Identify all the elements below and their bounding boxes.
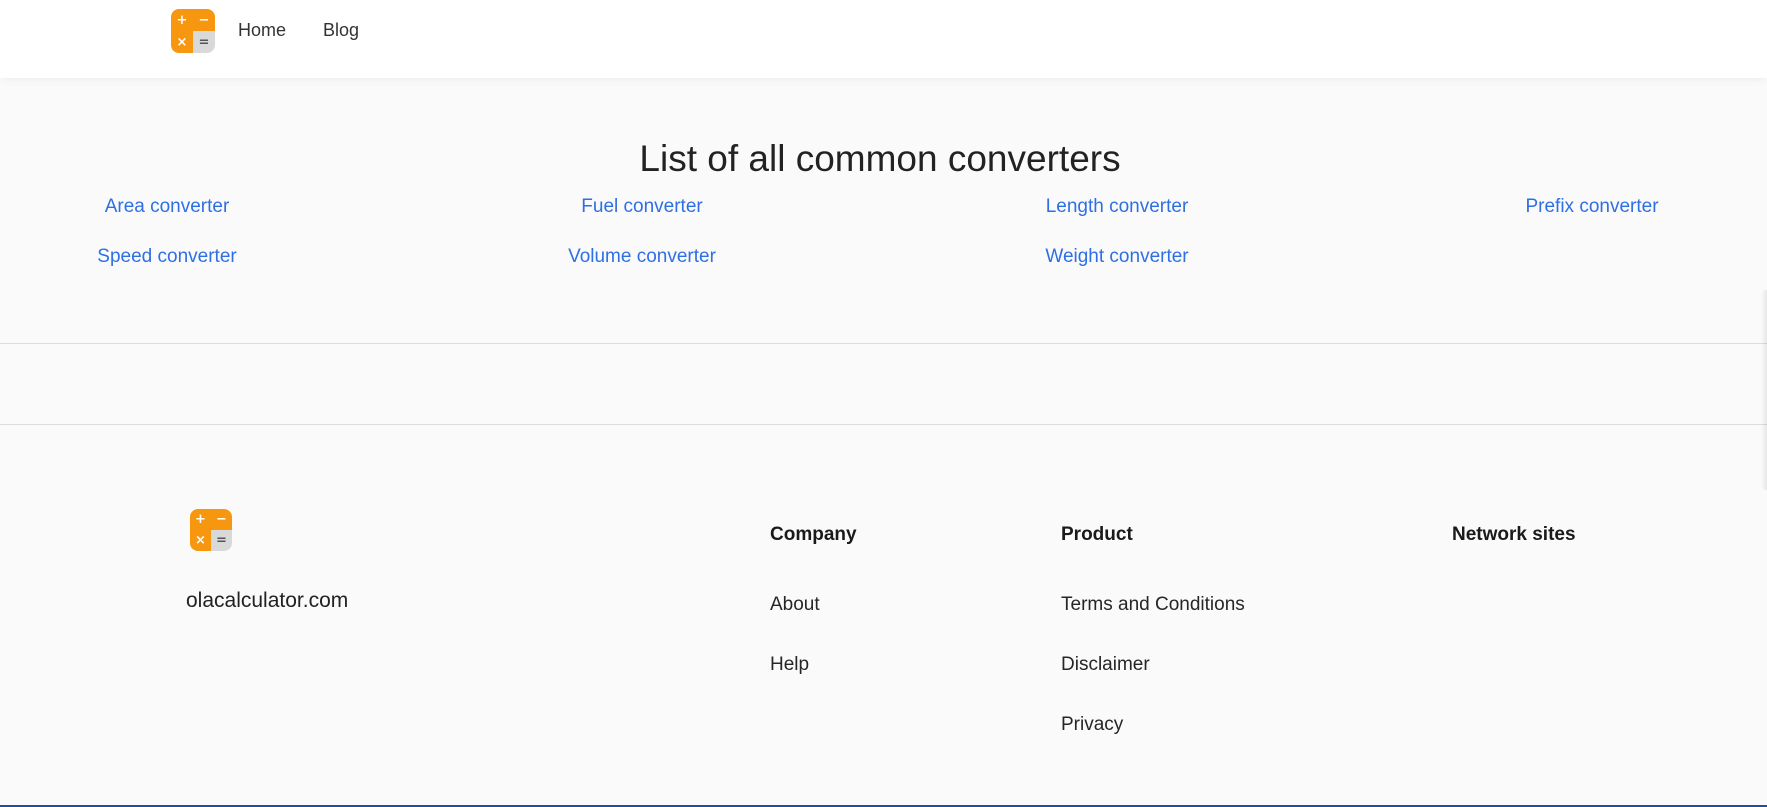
times-glyph: × xyxy=(190,530,211,551)
weight-converter-link[interactable]: Weight converter xyxy=(1045,246,1188,268)
calculator-icon[interactable]: + − × = xyxy=(171,9,215,53)
divider-top xyxy=(0,343,1767,344)
edge-shadow xyxy=(1761,290,1767,490)
footer-privacy-link[interactable]: Privacy xyxy=(1061,714,1123,736)
footer-calculator-icon[interactable]: + − × = xyxy=(190,509,232,551)
area-converter-link[interactable]: Area converter xyxy=(105,196,230,218)
fuel-converter-link[interactable]: Fuel converter xyxy=(581,196,702,218)
equals-glyph: = xyxy=(193,31,215,53)
equals-glyph: = xyxy=(211,530,232,551)
minus-glyph: − xyxy=(193,9,215,31)
times-glyph: × xyxy=(171,31,193,53)
footer-product-heading: Product xyxy=(1061,524,1133,545)
plus-glyph: + xyxy=(171,9,193,31)
footer-help-link[interactable]: Help xyxy=(770,654,809,676)
footer-site-name: olacalculator.com xyxy=(186,589,349,612)
footer-terms-link[interactable]: Terms and Conditions xyxy=(1061,594,1245,616)
footer-disclaimer-link[interactable]: Disclaimer xyxy=(1061,654,1150,676)
volume-converter-link[interactable]: Volume converter xyxy=(568,246,716,268)
footer-company-heading: Company xyxy=(770,524,857,545)
minus-glyph: − xyxy=(211,509,232,530)
nav-home-link[interactable]: Home xyxy=(238,20,286,41)
speed-converter-link[interactable]: Speed converter xyxy=(97,246,236,268)
length-converter-link[interactable]: Length converter xyxy=(1046,196,1189,218)
footer-about-link[interactable]: About xyxy=(770,594,820,616)
site-header: + − × = Home Blog xyxy=(0,0,1767,78)
plus-glyph: + xyxy=(190,509,211,530)
nav-blog-link[interactable]: Blog xyxy=(323,20,359,41)
converters-title: List of all common converters xyxy=(639,138,1121,179)
divider-bottom xyxy=(0,424,1767,425)
footer-network-heading: Network sites xyxy=(1452,524,1576,545)
prefix-converter-link[interactable]: Prefix converter xyxy=(1525,196,1658,218)
